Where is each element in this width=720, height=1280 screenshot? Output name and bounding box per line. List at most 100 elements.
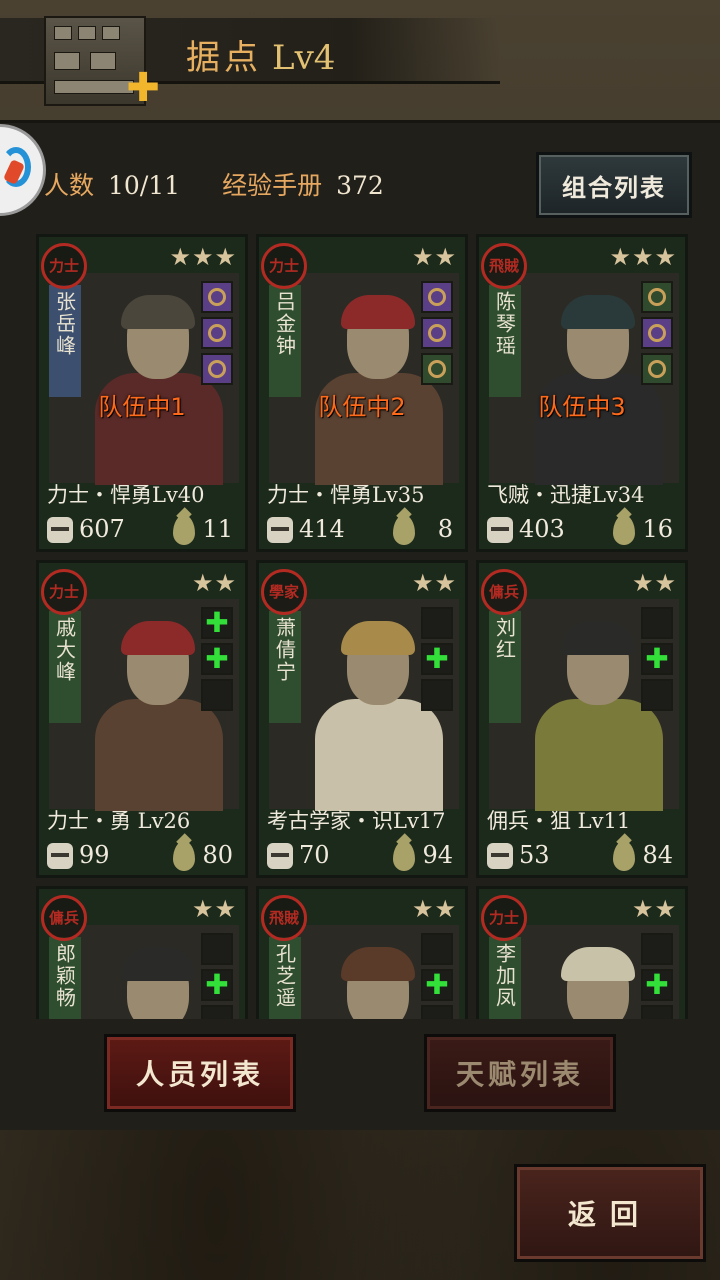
empty-slot-icon[interactable] xyxy=(201,933,233,965)
ring-icon[interactable] xyxy=(641,281,673,313)
class-seal-icon: 傭兵 xyxy=(481,569,527,615)
drop-icon xyxy=(613,515,635,545)
star-rating: ★★ xyxy=(411,895,457,923)
equipment-slots: ✚ xyxy=(201,933,235,1019)
combo-list-button[interactable]: 组合列表 xyxy=(536,152,692,218)
character-card[interactable]: 戚大峰 力士 ★★ ✚ ✚ 力士・勇 Lv26 99 80 xyxy=(36,560,248,878)
drop-icon xyxy=(393,515,415,545)
attack-value: 414 xyxy=(299,515,345,543)
character-name: 刘红 xyxy=(489,611,521,723)
page-title: 据点 Lv4 xyxy=(186,30,335,79)
hp-value: 11 xyxy=(202,515,233,543)
star-rating: ★★ xyxy=(191,569,237,597)
add-equipment-icon[interactable]: ✚ xyxy=(201,607,233,639)
attack-value: 70 xyxy=(299,841,330,869)
stat-row: 403 16 xyxy=(487,515,677,547)
character-card[interactable]: 李加凤 力士 ★★ ✚ xyxy=(476,886,688,1019)
character-card[interactable]: 吕金钟 力士 ★★ 队伍中2 力士・悍勇Lv35 414 8 xyxy=(256,234,468,552)
add-equipment-icon[interactable]: ✚ xyxy=(421,969,453,1001)
character-name: 张岳峰 xyxy=(49,285,81,397)
equipment-slots: ✚ xyxy=(421,933,455,1019)
character-card[interactable]: 萧倩宁 學家 ★★ ✚ 考古学家・识Lv17 70 94 xyxy=(256,560,468,878)
class-seal-icon: 飛賊 xyxy=(261,895,307,941)
add-equipment-icon[interactable]: ✚ xyxy=(641,643,673,675)
fist-icon xyxy=(267,843,293,869)
ring-icon[interactable] xyxy=(201,281,233,313)
character-name: 李加凤 xyxy=(489,937,521,1019)
fist-icon xyxy=(267,517,293,543)
add-equipment-icon[interactable]: ✚ xyxy=(201,969,233,1001)
ring-icon[interactable] xyxy=(641,317,673,349)
stat-row: 99 80 xyxy=(47,841,237,873)
class-seal-icon: 飛賊 xyxy=(481,243,527,289)
character-card[interactable]: 郎颖畅 傭兵 ★★ ✚ xyxy=(36,886,248,1019)
people-label: 人数 xyxy=(44,171,95,200)
ring-icon[interactable] xyxy=(641,353,673,385)
team-status-label: 队伍中1 xyxy=(98,393,186,421)
exp-label: 经验手册 xyxy=(222,171,323,200)
empty-slot-icon[interactable] xyxy=(421,933,453,965)
ring-icon[interactable] xyxy=(421,317,453,349)
equipment-slots xyxy=(421,281,455,389)
base-level: Lv4 xyxy=(272,38,336,78)
equipment-slots xyxy=(201,281,235,389)
fist-icon xyxy=(487,517,513,543)
character-name: 戚大峰 xyxy=(49,611,81,723)
class-seal-icon: 力士 xyxy=(481,895,527,941)
ring-icon[interactable] xyxy=(201,317,233,349)
team-status-label: 队伍中2 xyxy=(318,393,406,421)
ring-icon[interactable] xyxy=(421,353,453,385)
talent-list-tab[interactable]: 天赋列表 xyxy=(424,1034,616,1112)
add-equipment-icon[interactable]: ✚ xyxy=(421,643,453,675)
character-name: 吕金钟 xyxy=(269,285,301,397)
stat-row: 53 84 xyxy=(487,841,677,873)
stat-row: 607 11 xyxy=(47,515,237,547)
empty-slot-icon[interactable] xyxy=(421,679,453,711)
people-list-tab[interactable]: 人员列表 xyxy=(104,1034,296,1112)
class-seal-icon: 學家 xyxy=(261,569,307,615)
star-rating: ★★ xyxy=(631,895,677,923)
exp-value: 372 xyxy=(336,171,384,200)
character-name: 陈琴瑶 xyxy=(489,285,521,397)
fist-icon xyxy=(47,517,73,543)
character-card[interactable]: 刘红 傭兵 ★★ ✚ 佣兵・狙 Lv11 53 84 xyxy=(476,560,688,878)
title-text: 据点 xyxy=(186,38,262,78)
class-level-line: 飞贼・迅捷Lv34 xyxy=(487,483,645,507)
hp-value: 84 xyxy=(642,841,673,869)
character-card[interactable]: 陈琴瑶 飛賊 ★★★ 队伍中3 飞贼・迅捷Lv34 403 16 xyxy=(476,234,688,552)
star-rating: ★★★ xyxy=(169,243,237,271)
ring-icon[interactable] xyxy=(421,281,453,313)
empty-slot-icon[interactable] xyxy=(421,1005,453,1019)
empty-slot-icon[interactable] xyxy=(641,607,673,639)
star-rating: ★★ xyxy=(631,569,677,597)
drop-icon xyxy=(173,515,195,545)
class-seal-icon: 力士 xyxy=(41,569,87,615)
empty-slot-icon[interactable] xyxy=(421,607,453,639)
empty-slot-icon[interactable] xyxy=(201,1005,233,1019)
class-level-line: 佣兵・狙 Lv11 xyxy=(487,809,631,833)
add-equipment-icon[interactable]: ✚ xyxy=(201,643,233,675)
character-grid[interactable]: 张岳峰 力士 ★★★ 队伍中1 力士・悍勇Lv40 607 11 吕金钟 力士 ★★ 队伍中2 力士・… xyxy=(22,224,698,1019)
star-rating: ★★ xyxy=(411,243,457,271)
empty-slot-icon[interactable] xyxy=(201,679,233,711)
hp-value: 16 xyxy=(642,515,673,543)
add-equipment-icon[interactable]: ✚ xyxy=(641,969,673,1001)
attack-value: 99 xyxy=(79,841,110,869)
character-card[interactable]: 孔芝遥 飛賊 ★★ ✚ xyxy=(256,886,468,1019)
hp-value: 8 xyxy=(437,515,453,543)
character-card[interactable]: 张岳峰 力士 ★★★ 队伍中1 力士・悍勇Lv40 607 11 xyxy=(36,234,248,552)
ring-icon[interactable] xyxy=(201,353,233,385)
stat-row: 70 94 xyxy=(267,841,457,873)
equipment-slots: ✚ xyxy=(641,933,675,1019)
empty-slot-icon[interactable] xyxy=(641,933,673,965)
attack-value: 403 xyxy=(519,515,565,543)
character-name: 郎颖畅 xyxy=(49,937,81,1019)
character-name: 孔芝遥 xyxy=(269,937,301,1019)
class-level-line: 考古学家・识Lv17 xyxy=(267,809,446,833)
back-button[interactable]: 返回 xyxy=(514,1164,706,1262)
plus-icon[interactable]: ✚ xyxy=(126,68,160,108)
class-seal-icon: 傭兵 xyxy=(41,895,87,941)
hp-value: 94 xyxy=(422,841,453,869)
empty-slot-icon[interactable] xyxy=(641,679,673,711)
empty-slot-icon[interactable] xyxy=(641,1005,673,1019)
